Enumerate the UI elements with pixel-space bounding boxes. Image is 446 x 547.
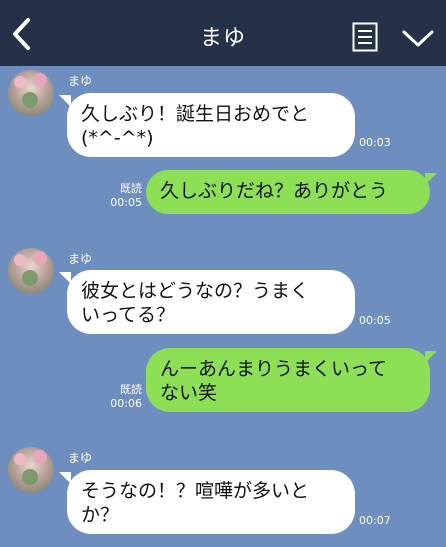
- read-label: 既読: [120, 383, 142, 396]
- message-text-line: いってる？: [81, 304, 176, 326]
- message-bubble-outgoing[interactable]: 久しぶりだね？ありがとう: [146, 170, 430, 214]
- message-bubble-outgoing[interactable]: んーあんまりうまくいって ない笑: [146, 348, 430, 412]
- sender-name: まゆ: [68, 74, 93, 88]
- read-receipt: 既読 00:06: [108, 383, 142, 411]
- message-text-line: 彼女とはどうなの？うまく: [81, 280, 310, 302]
- read-receipt: 既読 00:05: [108, 182, 142, 210]
- message-time: 00:05: [110, 196, 142, 209]
- note-list-icon[interactable]: [352, 22, 378, 52]
- chat-title: まゆ: [199, 26, 246, 51]
- message-time: 00:06: [110, 397, 142, 410]
- message-text-line: 久しぶり！誕生日おめでと: [81, 103, 310, 125]
- message-text-line: んーあんまりうまくいって: [160, 358, 388, 380]
- message-text-line: (*^-^*): [81, 127, 154, 149]
- message-bubble-incoming[interactable]: そうなの！？喧嘩が多いと か？: [67, 470, 355, 534]
- message-bubble-incoming[interactable]: 彼女とはどうなの？うまく いってる？: [67, 270, 355, 334]
- read-label: 既読: [120, 182, 142, 195]
- message-text-line: か？: [81, 504, 120, 526]
- avatar[interactable]: [8, 447, 54, 493]
- bubble-tail: [425, 173, 437, 185]
- message-time: 00:05: [359, 314, 391, 327]
- message-text-line: そうなの！？喧嘩が多いと: [81, 480, 310, 502]
- chat-header: まゆ: [0, 0, 446, 66]
- message-time: 00:03: [359, 136, 391, 149]
- avatar[interactable]: [8, 248, 54, 294]
- message-text-line: ない笑: [160, 382, 218, 404]
- sender-name: まゆ: [68, 252, 93, 266]
- message-text-line: 久しぶりだね？ありがとう: [160, 180, 389, 202]
- avatar[interactable]: [8, 70, 54, 116]
- chevron-down-icon[interactable]: [401, 26, 435, 50]
- sender-name: まゆ: [68, 451, 93, 465]
- bubble-tail: [425, 351, 437, 363]
- message-time: 00:07: [359, 514, 391, 527]
- chat-area[interactable]: まゆ 久しぶり！誕生日おめでと (*^-^*) 00:03 既読 00:05 久…: [0, 66, 446, 547]
- message-bubble-incoming[interactable]: 久しぶり！誕生日おめでと (*^-^*): [67, 93, 355, 157]
